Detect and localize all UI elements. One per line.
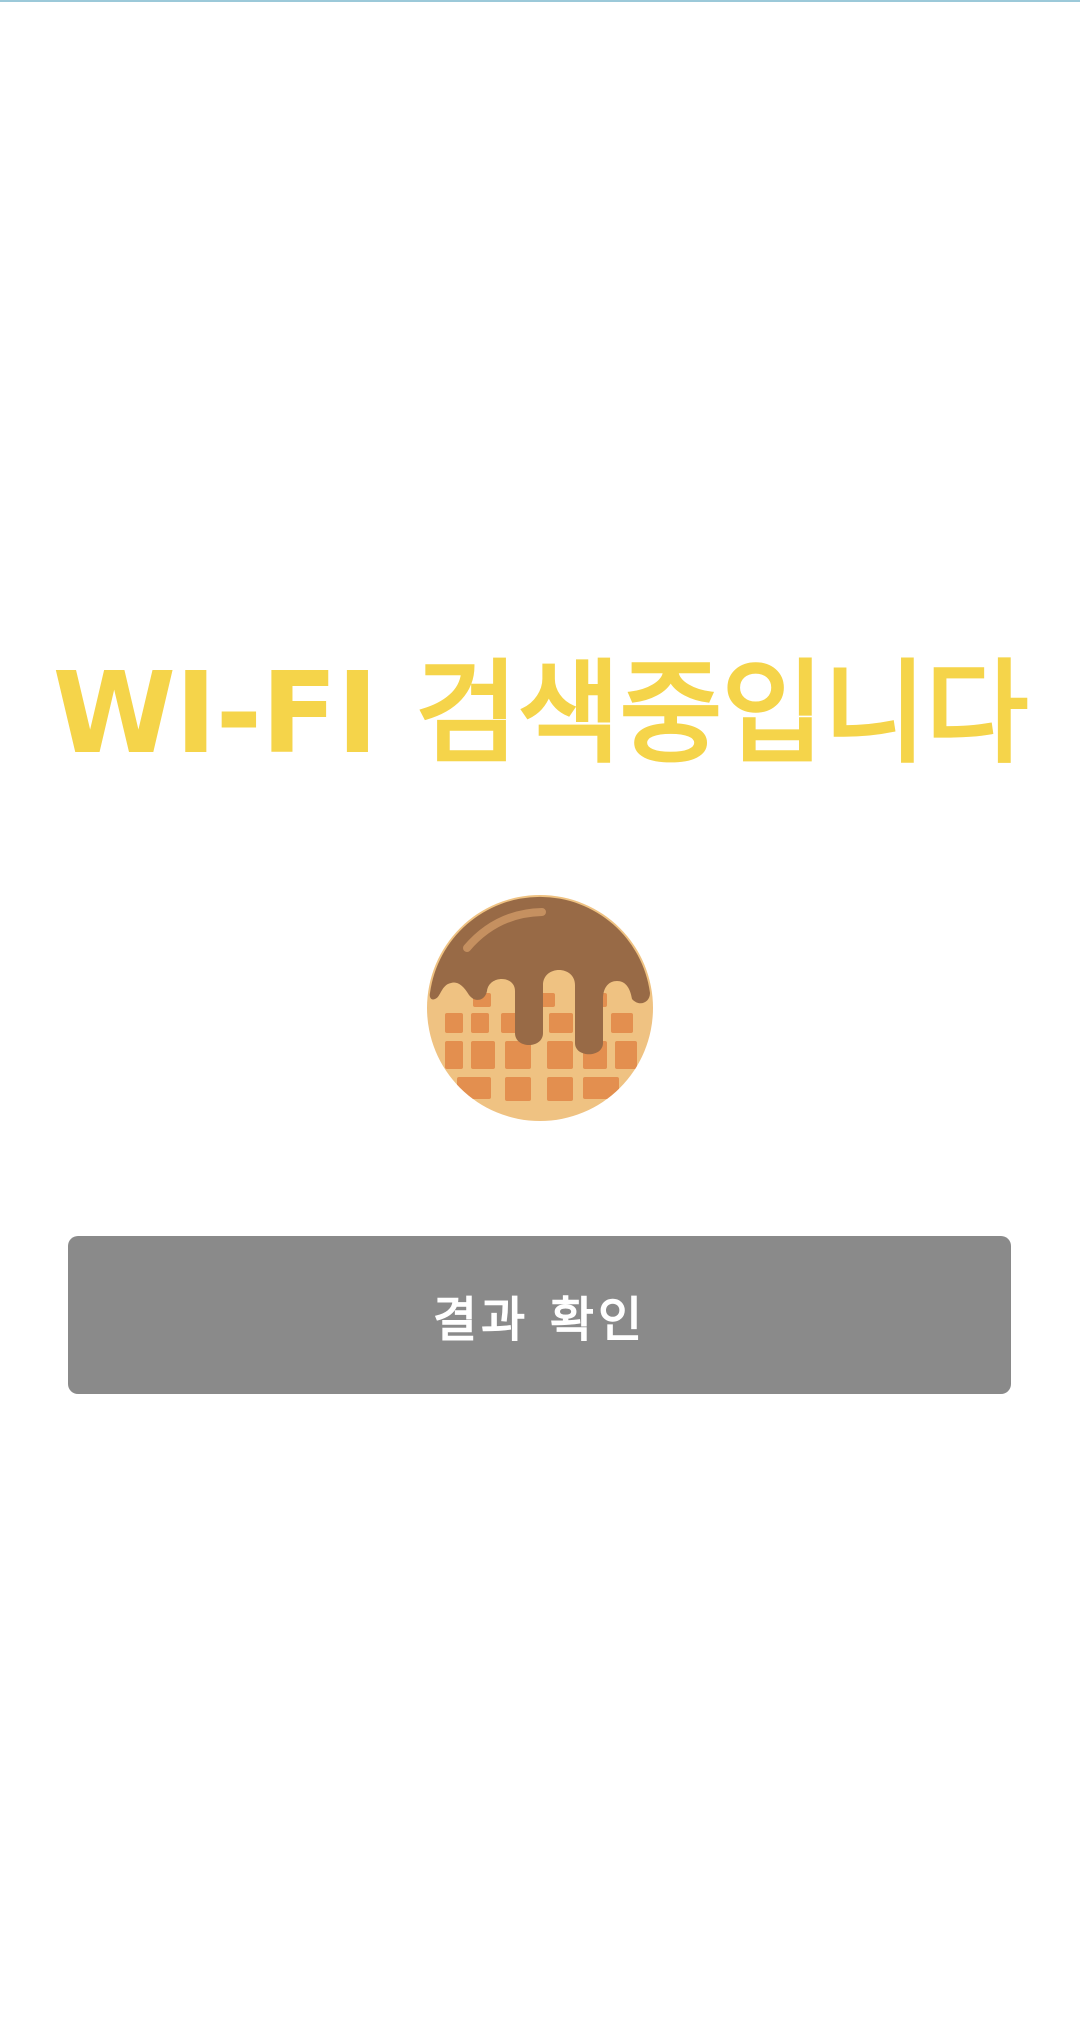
waffle-icon bbox=[427, 895, 653, 1121]
searching-title: WI-FI 검색중입니다 bbox=[52, 649, 1028, 779]
check-result-button[interactable]: 결과 확인 bbox=[68, 1236, 1011, 1394]
status-bar-divider bbox=[0, 0, 1080, 2]
